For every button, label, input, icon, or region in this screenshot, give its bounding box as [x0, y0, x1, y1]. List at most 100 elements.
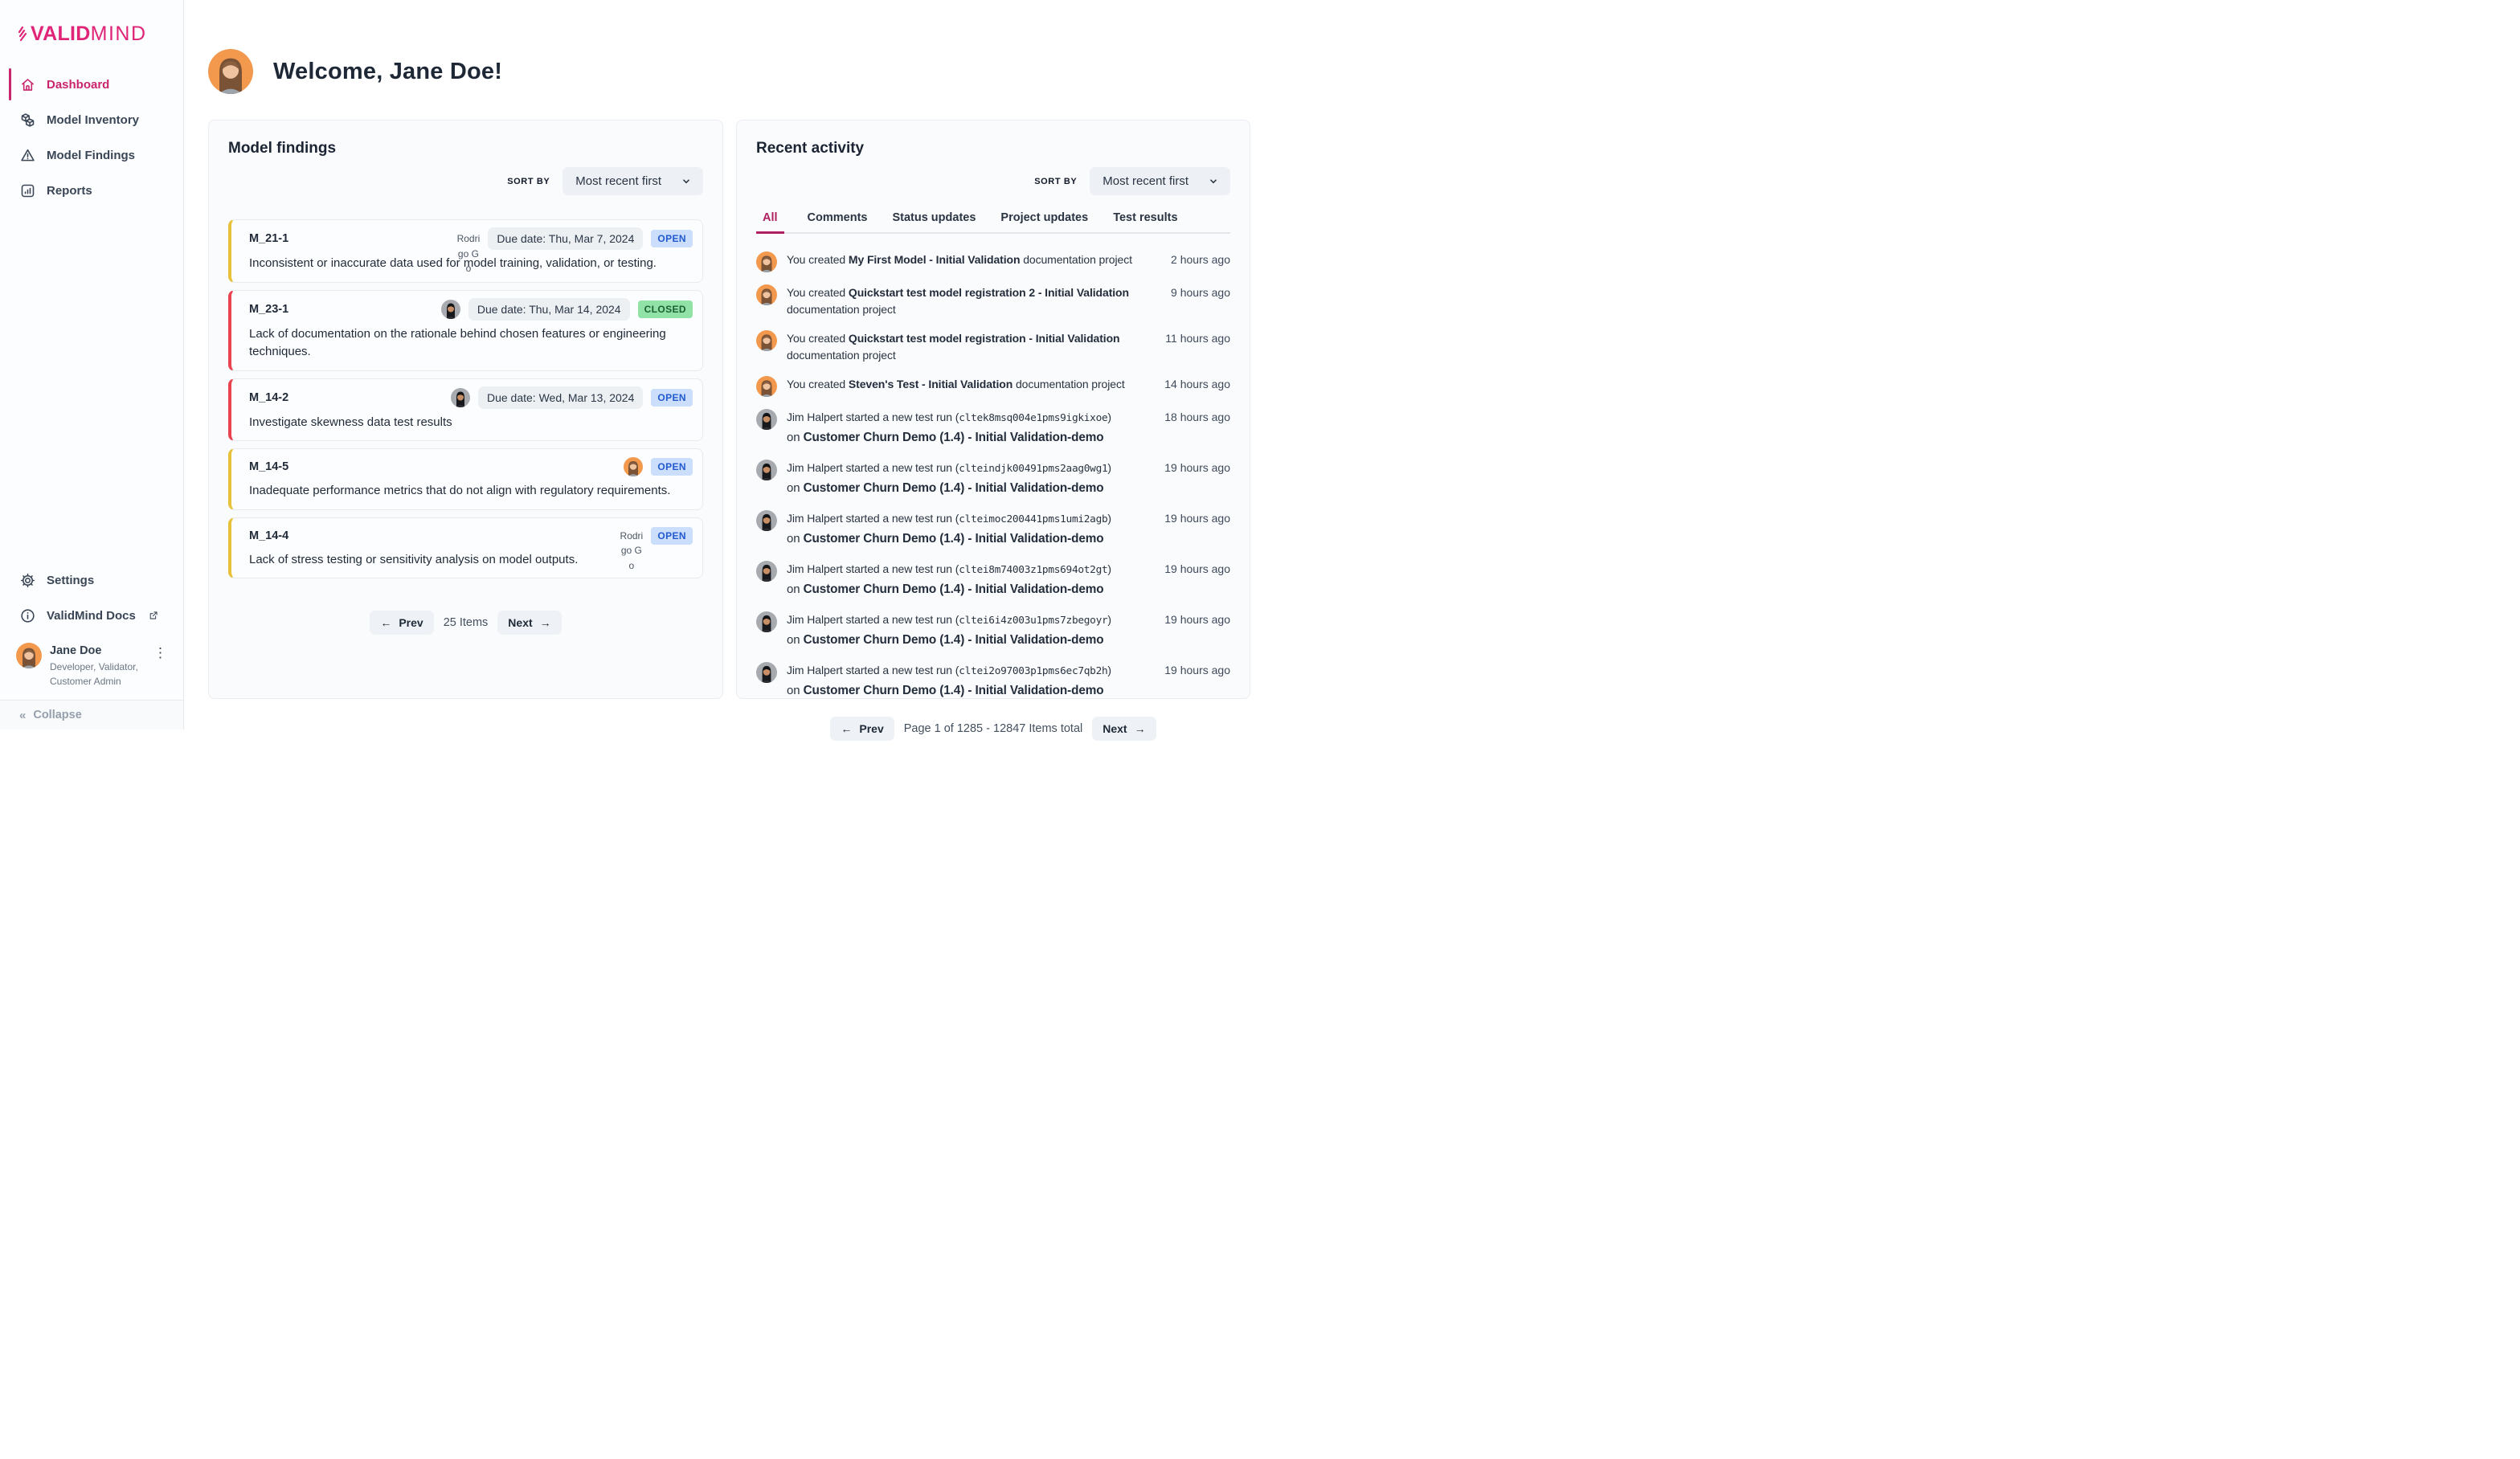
activity-pre-text: Jim Halpert started a new test run ( [787, 411, 959, 423]
logo-hatch-icon [18, 24, 29, 45]
model-link[interactable]: Quickstart test model registration 2 - I… [849, 286, 1129, 299]
finding-header: M_23-1 Due date: Thu, Mar 14, 2024CLOSED [249, 298, 693, 321]
sort-by-label: SORT BY [507, 177, 550, 186]
finding-meta: Rodrigo GoOPEN [620, 527, 693, 545]
activity-post-text: documentation project [1020, 253, 1131, 266]
activity-timestamp: 19 hours ago [1160, 561, 1230, 599]
warning-triangle-icon [19, 147, 36, 164]
prev-button[interactable]: ← Prev [830, 717, 894, 741]
activity-text: Jim Halpert started a new test run (clte… [787, 409, 1150, 448]
sidebar-item-model-inventory[interactable]: Model Inventory [0, 102, 183, 137]
assignee-avatar [441, 300, 460, 319]
findings-list: M_21-1 Rodrigo GoDue date: Thu, Mar 7, 2… [228, 219, 703, 578]
home-icon [19, 76, 36, 93]
project-link[interactable]: Customer Churn Demo (1.4) - Initial Vali… [804, 431, 1104, 444]
bar-chart-icon [19, 182, 36, 199]
finding-card[interactable]: M_14-5 OPEN Inadequate performance metri… [228, 448, 703, 510]
activity-close-paren: ) [1107, 411, 1111, 423]
tab-project-updates[interactable]: Project updates [999, 211, 1090, 234]
finding-meta: Due date: Wed, Mar 13, 2024OPEN [451, 386, 693, 409]
finding-header: M_14-5 OPEN [249, 456, 693, 477]
activity-line1: Jim Halpert started a new test run (clte… [787, 510, 1150, 527]
activity-text: You created Quickstart test model regist… [787, 284, 1150, 318]
activity-line1: Jim Halpert started a new test run (clte… [787, 561, 1150, 578]
activity-pre-text: Jim Halpert started a new test run ( [787, 613, 959, 626]
activity-sort-select[interactable]: Most recent first [1090, 167, 1230, 195]
project-link[interactable]: Customer Churn Demo (1.4) - Initial Vali… [804, 481, 1104, 495]
user-avatar [756, 561, 777, 582]
activity-row: You created Quickstart test model regist… [756, 324, 1230, 370]
prev-label: Prev [399, 616, 423, 629]
project-link[interactable]: Customer Churn Demo (1.4) - Initial Vali… [804, 684, 1104, 697]
activity-text: Jim Halpert started a new test run (clte… [787, 460, 1150, 498]
model-link[interactable]: Quickstart test model registration - Ini… [849, 332, 1120, 345]
activity-close-paren: ) [1107, 664, 1111, 676]
activity-line1: You created Steven's Test - Initial Vali… [787, 376, 1150, 393]
findings-sort-select[interactable]: Most recent first [562, 167, 703, 195]
tab-test-results[interactable]: Test results [1111, 211, 1179, 234]
assignee-avatar [624, 457, 643, 476]
tab-status-updates[interactable]: Status updates [890, 211, 977, 234]
activity-row: Jim Halpert started a new test run (clte… [756, 504, 1230, 554]
next-button[interactable]: Next → [497, 611, 561, 635]
activity-timestamp: 14 hours ago [1160, 376, 1230, 397]
activity-text: Jim Halpert started a new test run (clte… [787, 561, 1150, 599]
sidebar-item-model-findings[interactable]: Model Findings [0, 137, 183, 173]
project-link[interactable]: Customer Churn Demo (1.4) - Initial Vali… [804, 532, 1104, 546]
logo-text-light: MIND [91, 22, 147, 46]
finding-card[interactable]: M_23-1 Due date: Thu, Mar 14, 2024CLOSED… [228, 290, 703, 371]
test-run-id: cltek8msq004e1pms9igkixoe [959, 412, 1107, 424]
tab-all[interactable]: All [756, 211, 784, 234]
activity-line2: on Customer Churn Demo (1.4) - Initial V… [787, 631, 1150, 650]
user-card[interactable]: Jane Doe Developer, Validator, Customer … [0, 633, 183, 700]
next-button[interactable]: Next → [1092, 717, 1156, 741]
status-badge: OPEN [651, 527, 693, 545]
tab-comments[interactable]: Comments [806, 211, 869, 234]
welcome-avatar [208, 49, 253, 94]
collapse-sidebar-button[interactable]: « Collapse [0, 700, 183, 730]
finding-id: M_14-4 [249, 529, 288, 542]
sidebar-nav: Dashboard Model Inventory Model Findings [0, 67, 183, 208]
sidebar-item-dashboard[interactable]: Dashboard [0, 67, 183, 102]
project-link[interactable]: Customer Churn Demo (1.4) - Initial Vali… [804, 633, 1104, 647]
user-avatar [16, 643, 42, 668]
status-badge: OPEN [651, 230, 693, 247]
gear-icon [19, 572, 36, 589]
activity-line2: on Customer Churn Demo (1.4) - Initial V… [787, 429, 1150, 448]
activity-line1: You created Quickstart test model regist… [787, 330, 1150, 364]
sidebar-item-validmind-docs[interactable]: ValidMind Docs [0, 598, 183, 633]
finding-header: M_14-4 Rodrigo GoOPEN [249, 525, 693, 546]
prev-button[interactable]: ← Prev [370, 611, 433, 635]
finding-card[interactable]: M_14-4 Rodrigo GoOPEN Lack of stress tes… [228, 517, 703, 579]
due-date-pill: Due date: Thu, Mar 14, 2024 [468, 298, 630, 321]
activity-timestamp: 19 hours ago [1160, 662, 1230, 701]
next-arrow-icon: → [1135, 722, 1146, 735]
finding-id: M_23-1 [249, 303, 288, 316]
user-avatar [756, 662, 777, 683]
model-link[interactable]: Steven's Test - Initial Validation [849, 378, 1012, 390]
activity-line1: You created Quickstart test model regist… [787, 284, 1150, 318]
assignee-name: Rodrigo Go [456, 231, 480, 246]
status-badge: OPEN [651, 458, 693, 476]
activity-on-text: on [787, 481, 804, 495]
user-avatar [756, 510, 777, 531]
validmind-logo[interactable]: VALIDMIND [18, 22, 183, 46]
model-link[interactable]: My First Model - Initial Validation [849, 253, 1021, 266]
sidebar-item-reports[interactable]: Reports [0, 173, 183, 208]
finding-card[interactable]: M_14-2 Due date: Wed, Mar 13, 2024OPEN I… [228, 378, 703, 442]
activity-close-paren: ) [1107, 613, 1111, 626]
sort-by-label: SORT BY [1034, 177, 1077, 186]
activity-text: You created Steven's Test - Initial Vali… [787, 376, 1150, 397]
kebab-menu-icon[interactable]: ⋮ [149, 643, 172, 663]
user-roles: Developer, Validator, Customer Admin [50, 660, 138, 689]
activity-pre-text: You created [787, 332, 849, 345]
finding-id: M_14-2 [249, 391, 288, 404]
activity-on-text: on [787, 431, 804, 444]
sidebar-spacer [0, 208, 183, 562]
activity-tabs: All Comments Status updates Project upda… [756, 211, 1230, 234]
sidebar-item-settings[interactable]: Settings [0, 562, 183, 598]
project-link[interactable]: Customer Churn Demo (1.4) - Initial Vali… [804, 582, 1104, 596]
activity-close-paren: ) [1107, 461, 1111, 474]
finding-card[interactable]: M_21-1 Rodrigo GoDue date: Thu, Mar 7, 2… [228, 219, 703, 283]
status-badge: OPEN [651, 389, 693, 407]
